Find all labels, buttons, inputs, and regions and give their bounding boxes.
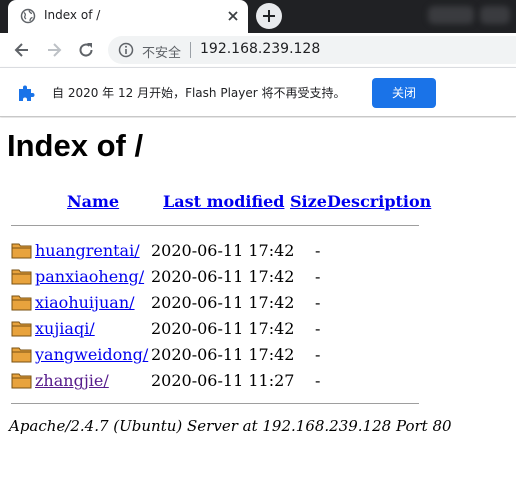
directory-link[interactable]: zhangjie/	[35, 371, 109, 390]
close-icon[interactable]	[224, 7, 242, 25]
flash-infobar: 自 2020 年 12 月开始，Flash Player 将不再受支持。 关闭	[0, 67, 516, 117]
column-header-description[interactable]: Description	[327, 192, 431, 211]
page-title: Index of /	[7, 128, 144, 163]
folder-icon	[11, 319, 32, 337]
table-row: xiaohuijuan/ 2020-06-11 17:42 -	[11, 290, 431, 314]
divider	[11, 403, 419, 404]
tab-strip: Index of /	[0, 0, 516, 33]
table-row: yangweidong/ 2020-06-11 17:42 -	[11, 342, 431, 366]
column-header-size[interactable]: Size	[290, 192, 327, 211]
last-modified-value: 2020-06-11 17:42	[151, 267, 295, 286]
close-infobar-button[interactable]: 关闭	[372, 78, 436, 108]
url-text[interactable]: 192.168.239.128	[200, 41, 320, 57]
browser-tab[interactable]: Index of /	[8, 0, 248, 33]
server-signature: Apache/2.4.7 (Ubuntu) Server at 192.168.…	[9, 417, 452, 435]
size-value: -	[315, 319, 321, 338]
last-modified-value: 2020-06-11 11:27	[151, 371, 295, 390]
plus-icon	[263, 10, 275, 22]
last-modified-value: 2020-06-11 17:42	[151, 241, 295, 260]
last-modified-value: 2020-06-11 17:42	[151, 345, 295, 364]
table-row: zhangjie/ 2020-06-11 11:27 -	[11, 368, 431, 392]
table-row: huangrentai/ 2020-06-11 17:42 -	[11, 238, 431, 262]
folder-icon	[11, 371, 32, 389]
table-row: xujiaqi/ 2020-06-11 17:42 -	[11, 316, 431, 340]
directory-link[interactable]: yangweidong/	[35, 345, 148, 364]
folder-icon	[11, 267, 32, 285]
size-value: -	[315, 345, 321, 364]
folder-icon	[11, 241, 32, 259]
size-value: -	[315, 371, 321, 390]
blurred-region	[480, 6, 510, 24]
insecure-label: 不安全	[142, 46, 182, 61]
folder-icon	[11, 293, 32, 311]
last-modified-value: 2020-06-11 17:42	[151, 319, 295, 338]
divider	[190, 42, 191, 58]
back-arrow-icon[interactable]	[12, 40, 32, 60]
puzzle-icon	[16, 83, 36, 103]
size-value: -	[315, 267, 321, 286]
last-modified-value: 2020-06-11 17:42	[151, 293, 295, 312]
directory-link[interactable]: huangrentai/	[35, 241, 140, 260]
forward-arrow-icon[interactable]	[44, 40, 64, 60]
address-bar[interactable]: 不安全 192.168.239.128	[108, 36, 516, 64]
globe-icon	[20, 8, 36, 24]
column-header-last-modified[interactable]: Last modified	[163, 192, 284, 211]
column-header-name[interactable]: Name	[67, 192, 119, 211]
size-value: -	[315, 241, 321, 260]
info-icon[interactable]	[118, 42, 134, 58]
table-row: panxiaoheng/ 2020-06-11 17:42 -	[11, 264, 431, 288]
page-content: Index of / Name Last modified Size Descr…	[0, 118, 516, 477]
browser-toolbar: 不安全 192.168.239.128	[0, 33, 516, 67]
tab-title: Index of /	[44, 8, 101, 22]
directory-link[interactable]: xujiaqi/	[35, 319, 95, 338]
size-value: -	[315, 293, 321, 312]
reload-icon[interactable]	[76, 40, 96, 60]
divider	[11, 225, 419, 226]
folder-icon	[11, 345, 32, 363]
new-tab-button[interactable]	[256, 3, 282, 29]
blurred-region	[428, 6, 474, 24]
directory-link[interactable]: xiaohuijuan/	[35, 293, 135, 312]
infobar-message: 自 2020 年 12 月开始，Flash Player 将不再受支持。	[52, 86, 346, 100]
directory-link[interactable]: panxiaoheng/	[35, 267, 144, 286]
